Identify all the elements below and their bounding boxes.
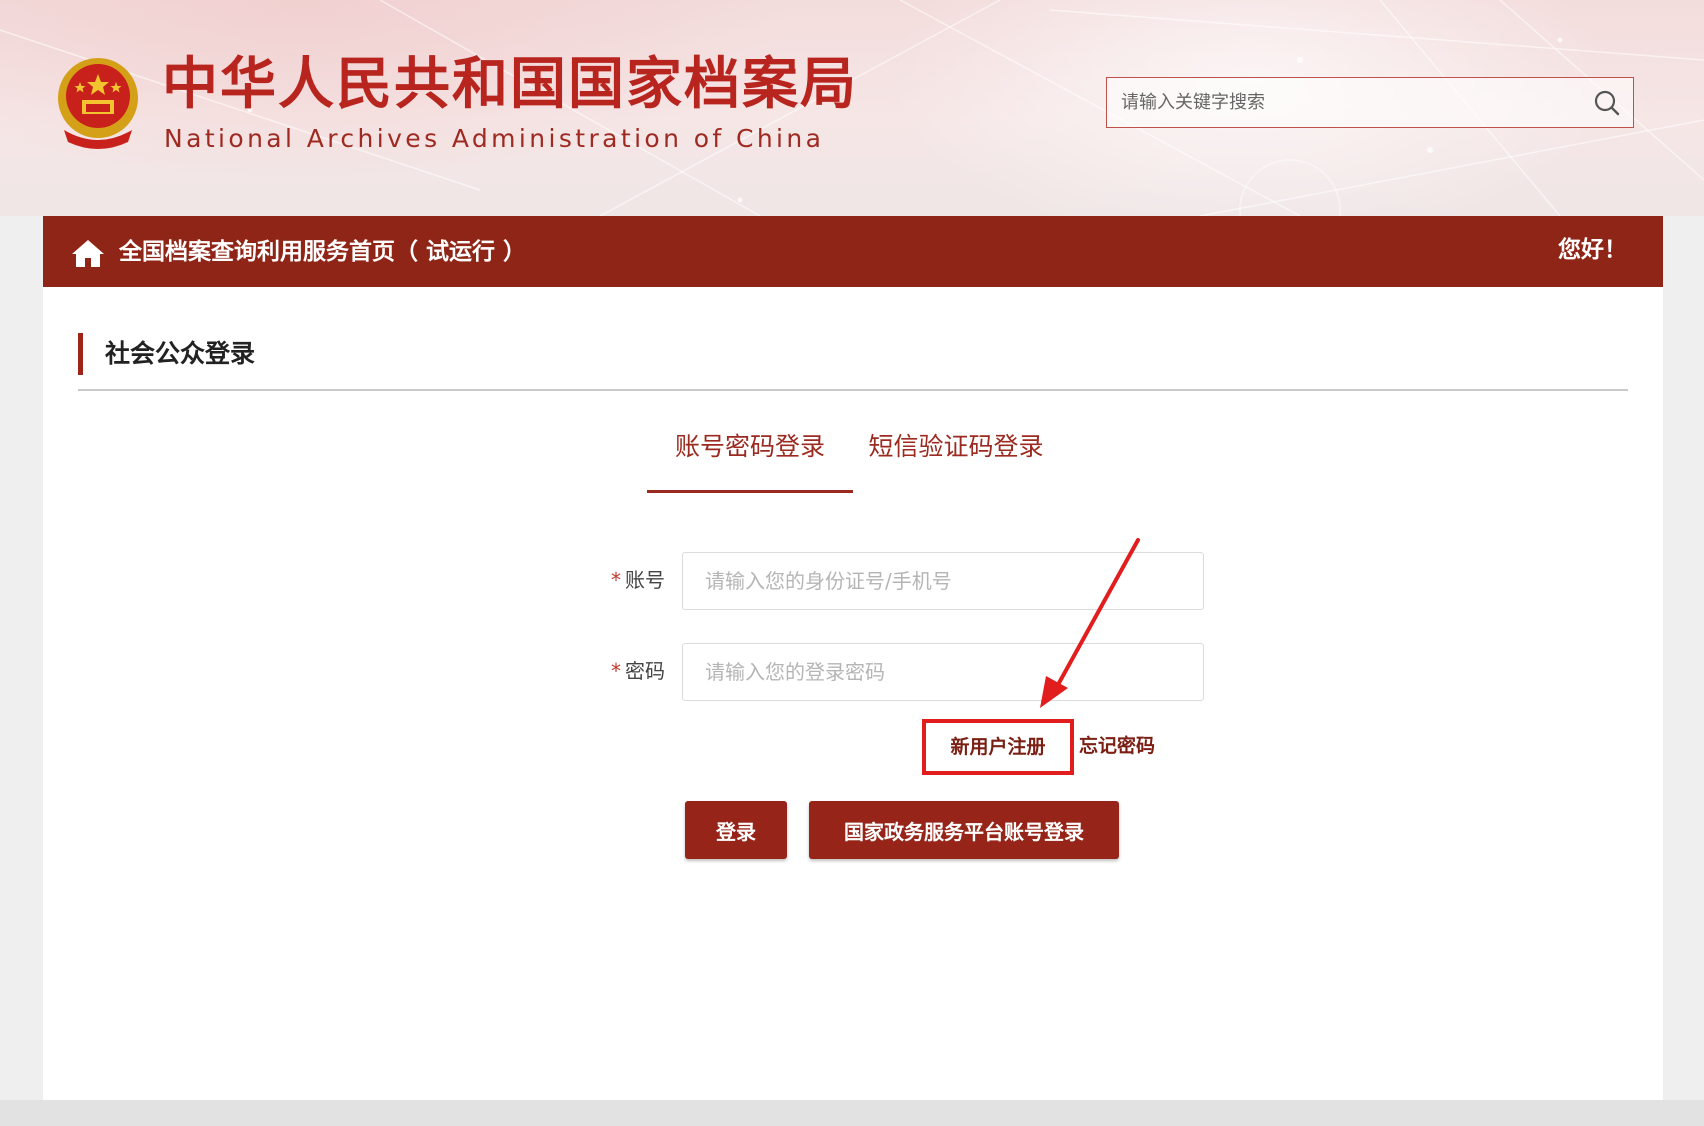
password-label: * 密码 (563, 656, 665, 686)
password-input[interactable] (682, 643, 1204, 701)
search-icon[interactable] (1593, 89, 1621, 117)
section-title: 社会公众登录 (105, 339, 256, 368)
account-input[interactable] (682, 552, 1204, 610)
site-header: 中华人民共和国国家档案局 National Archives Administr… (0, 0, 1704, 216)
footer-strip (0, 1100, 1704, 1126)
search-input[interactable] (1107, 78, 1577, 127)
account-label-text: 账号 (625, 568, 665, 592)
section-header: 社会公众登录 (78, 333, 1628, 391)
account-label: * 账号 (563, 565, 665, 595)
register-link[interactable]: 新用户注册 (922, 719, 1074, 775)
login-panel: 社会公众登录 账号密码登录 短信验证码登录 *账号 *密码 新用户注册 忘记密码… (43, 287, 1663, 1100)
section-accent-bar (78, 333, 83, 375)
nav-bar: 全国档案查询利用服务首页（ 试运行 ） 您好！ (43, 216, 1663, 287)
password-label-text: 密码 (625, 659, 665, 683)
tab-sms-login[interactable]: 短信验证码登录 (853, 427, 1059, 493)
tab-password-login[interactable]: 账号密码登录 (647, 427, 853, 493)
national-emblem-icon (58, 58, 138, 149)
login-button[interactable]: 登录 (685, 801, 787, 859)
home-icon[interactable] (71, 238, 105, 268)
required-mark: * (611, 659, 621, 683)
account-row: * 账号 (563, 552, 1204, 610)
forgot-password-link[interactable]: 忘记密码 (1079, 731, 1155, 761)
site-title-en: National Archives Administration of Chin… (164, 124, 825, 153)
password-row: * 密码 (563, 643, 1204, 701)
required-mark: * (611, 568, 621, 592)
gov-platform-login-button[interactable]: 国家政务服务平台账号登录 (809, 801, 1119, 859)
site-title-cn: 中华人民共和国国家档案局 (162, 52, 858, 117)
user-greeting: 您好！ (1558, 237, 1627, 263)
search-box (1106, 77, 1634, 128)
nav-home-link[interactable]: 全国档案查询利用服务首页（ 试运行 ） (119, 236, 526, 268)
login-tabs: 账号密码登录 短信验证码登录 (647, 427, 1087, 493)
